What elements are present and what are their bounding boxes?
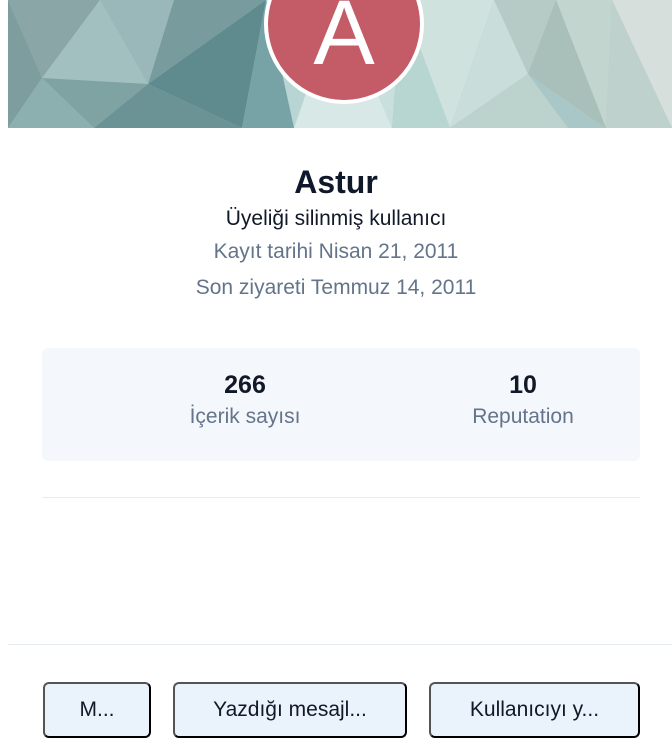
actions-divider [8,644,672,645]
reputation-value: 10 [509,371,537,399]
user-action-button[interactable]: Kullanıcıyı y... [429,682,640,738]
reputation-stat: 10 Reputation [423,370,623,434]
last-visit-date: Son ziyareti Temmuz 14, 2011 [195,276,477,299]
joined-date: Kayıt tarihi Nisan 21, 2011 [213,240,459,263]
message-button[interactable]: M... [43,682,151,738]
reputation-label: Reputation [472,405,574,428]
profile-divider [42,497,640,498]
avatar-initial: A [313,0,375,84]
content-count-value: 266 [224,371,266,399]
profile-stats-panel: 266 İçerik sayısı 10 Reputation [42,348,640,461]
profile-summary: Astur Üyeliği silinmiş kullanıcı Kayıt t… [0,160,672,306]
profile-page: A Astur Üyeliği silinmiş kullanıcı Kayıt… [0,0,672,750]
content-count-stat: 266 İçerik sayısı [145,370,345,434]
content-count-label: İçerik sayısı [189,405,301,428]
profile-name: Astur [294,164,378,200]
member-group: Üyeliği silinmiş kullanıcı [225,207,447,230]
posts-button[interactable]: Yazdığı mesajl... [173,682,407,738]
